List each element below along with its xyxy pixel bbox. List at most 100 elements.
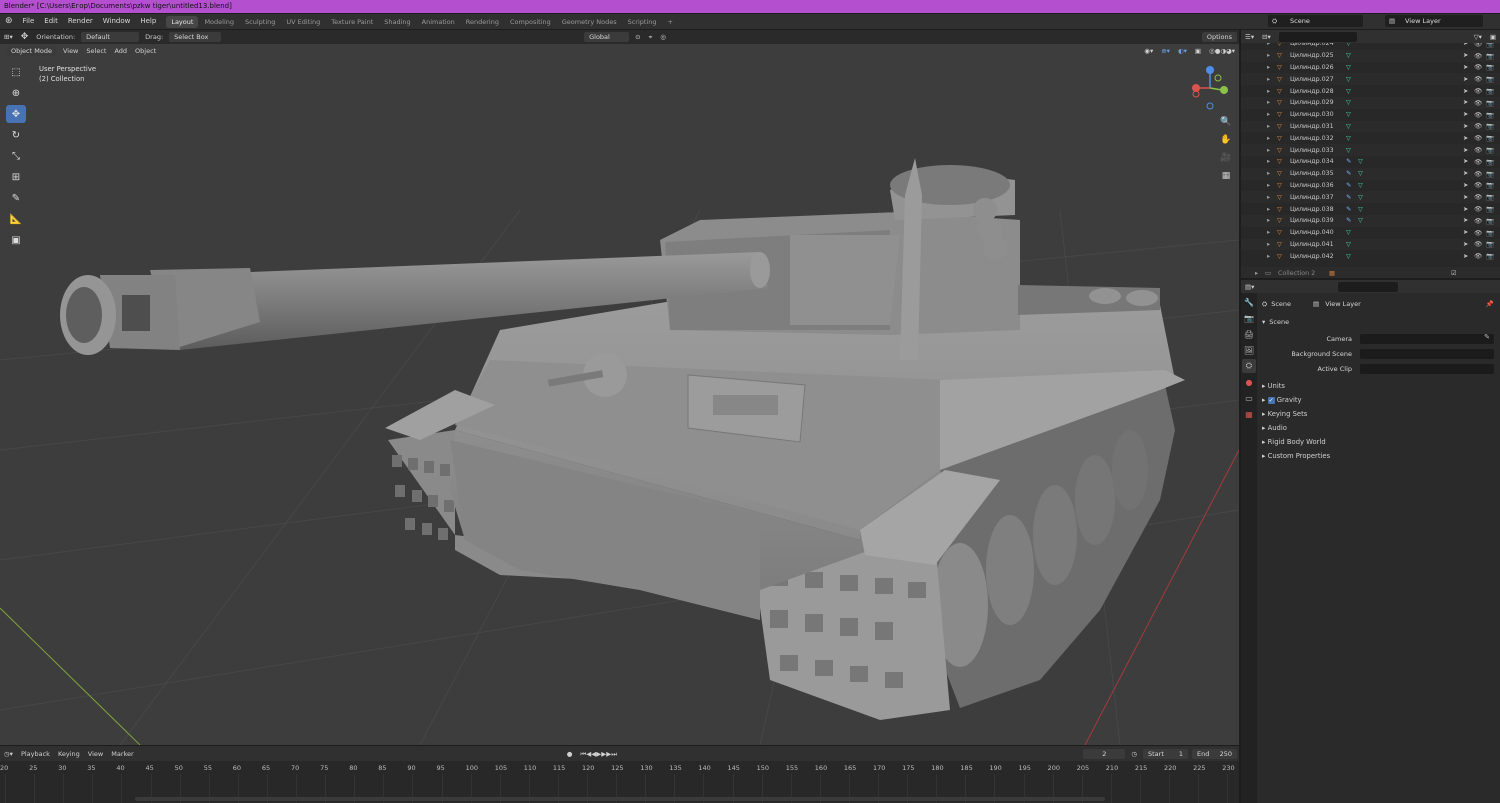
- visibility-eye-icon[interactable]: 👁: [1474, 75, 1482, 83]
- outliner-display-mode-icon[interactable]: ⊟▾: [1258, 31, 1275, 43]
- render-camera-icon[interactable]: 📷: [1486, 193, 1494, 201]
- selectable-arrow-icon[interactable]: ➤: [1463, 170, 1468, 177]
- pin-icon[interactable]: 📌: [1486, 300, 1494, 308]
- visibility-icon[interactable]: ◉▾: [1140, 45, 1157, 57]
- selectable-arrow-icon[interactable]: ➤: [1463, 123, 1468, 130]
- outliner-item-label[interactable]: Цилиндр.042: [1290, 253, 1334, 260]
- audio-panel[interactable]: ▸ Audio: [1262, 424, 1287, 432]
- timeline-scrollbar[interactable]: [135, 797, 1105, 801]
- select-box-tool-icon[interactable]: ⬚: [6, 63, 26, 81]
- view-layer-selector[interactable]: ▤ View Layer: [1385, 15, 1483, 27]
- collection-label[interactable]: Collection 2: [1278, 270, 1315, 277]
- menu-playback[interactable]: Playback: [17, 748, 54, 760]
- visibility-eye-icon[interactable]: 👁: [1474, 146, 1482, 154]
- texture-tab-icon[interactable]: ▦: [1242, 407, 1256, 421]
- scale-tool-icon[interactable]: ⤡: [6, 147, 26, 165]
- move-tool-icon[interactable]: ✥: [6, 105, 26, 123]
- expand-arrow-icon[interactable]: ▸: [1267, 147, 1270, 154]
- render-tab-icon[interactable]: 📷: [1242, 311, 1256, 325]
- selectable-arrow-icon[interactable]: ➤: [1463, 76, 1468, 83]
- menu-edit[interactable]: Edit: [39, 14, 63, 29]
- mesh-data-icon[interactable]: ▽: [1358, 194, 1363, 201]
- expand-arrow-icon[interactable]: ▸: [1267, 64, 1270, 71]
- visibility-eye-icon[interactable]: 👁: [1474, 111, 1482, 119]
- selectable-arrow-icon[interactable]: ➤: [1463, 182, 1468, 189]
- add-cube-tool-icon[interactable]: ▣: [6, 231, 26, 249]
- render-camera-icon[interactable]: 📷: [1486, 205, 1494, 213]
- menu-timeline-view[interactable]: View: [84, 748, 107, 760]
- tab-uv-editing[interactable]: UV Editing: [281, 16, 325, 28]
- end-frame-field[interactable]: End 250: [1192, 748, 1237, 759]
- outliner-item[interactable]: ▸ ▽ Цилиндр.042 ▽ ➤ 👁 📷: [1241, 250, 1500, 262]
- drag-dropdown[interactable]: Select Box: [169, 32, 222, 42]
- mesh-data-icon[interactable]: ▽: [1346, 123, 1351, 130]
- visibility-eye-icon[interactable]: 👁: [1474, 205, 1482, 213]
- render-camera-icon[interactable]: 📷: [1486, 63, 1494, 71]
- outliner-item[interactable]: ▸ ▽ Цилиндр.031 ▽ ➤ 👁 📷: [1241, 120, 1500, 133]
- selectable-arrow-icon[interactable]: ➤: [1463, 147, 1468, 154]
- mesh-data-icon[interactable]: ▽: [1358, 170, 1363, 177]
- expand-arrow-icon[interactable]: ▸: [1267, 111, 1270, 118]
- tool-tab-icon[interactable]: 🔧: [1242, 295, 1256, 309]
- outliner-item-label[interactable]: Цилиндр.041: [1290, 241, 1334, 248]
- expand-arrow-icon[interactable]: ▸: [1267, 206, 1270, 213]
- mesh-data-icon[interactable]: ▽: [1346, 64, 1351, 71]
- visibility-eye-icon[interactable]: 👁: [1474, 181, 1482, 189]
- outliner-item[interactable]: ▸ ▽ Цилиндр.033 ▽ ➤ 👁 📷: [1241, 144, 1500, 156]
- xray-icon[interactable]: ▣: [1191, 45, 1205, 57]
- view-layer-tab-icon[interactable]: 🖼: [1242, 343, 1256, 357]
- outliner-search-input[interactable]: [1278, 31, 1357, 42]
- outliner-item[interactable]: ▸ ▽ Цилиндр.041 ▽ ➤ 👁 📷: [1241, 238, 1500, 251]
- outliner-collection-row[interactable]: ▸ ▭ Collection 2 ▦ ☑: [1241, 267, 1500, 278]
- visibility-eye-icon[interactable]: 👁: [1474, 134, 1482, 142]
- record-icon[interactable]: ●: [563, 748, 577, 760]
- outliner-item-label[interactable]: Цилиндр.036: [1290, 182, 1334, 189]
- outliner-item-label[interactable]: Цилиндр.025: [1290, 52, 1334, 59]
- menu-keying[interactable]: Keying: [54, 748, 84, 760]
- outliner-item[interactable]: ▸ ▽ Цилиндр.027 ▽ ➤ 👁 📷: [1241, 73, 1500, 86]
- scene-tab-icon[interactable]: ⛭: [1242, 359, 1256, 373]
- outliner-item-label[interactable]: Цилиндр.034: [1290, 158, 1334, 165]
- transform-orientation-dropdown[interactable]: Global: [584, 32, 630, 42]
- selectable-arrow-icon[interactable]: ➤: [1463, 43, 1468, 47]
- mesh-data-icon[interactable]: ▽: [1346, 99, 1351, 106]
- properties-search-input[interactable]: [1338, 281, 1399, 292]
- tab-animation[interactable]: Animation: [417, 16, 460, 28]
- tab-shading[interactable]: Shading: [379, 16, 415, 28]
- rigid-body-world-panel[interactable]: ▸ Rigid Body World: [1262, 438, 1326, 446]
- outliner-item-label[interactable]: Цилиндр.035: [1290, 170, 1334, 177]
- render-camera-icon[interactable]: 📷: [1486, 217, 1494, 225]
- mode-dropdown[interactable]: Object Mode: [6, 46, 57, 56]
- mesh-data-icon[interactable]: ▽: [1346, 111, 1351, 118]
- outliner-item[interactable]: ▸ ▽ Цилиндр.026 ▽ ➤ 👁 📷: [1241, 62, 1500, 74]
- expand-arrow-icon[interactable]: ▸: [1267, 229, 1270, 236]
- transform-tool-icon[interactable]: ✥: [17, 31, 33, 43]
- outliner-item-label[interactable]: Цилиндр.032: [1290, 135, 1334, 142]
- mesh-data-icon[interactable]: ▽: [1358, 206, 1363, 213]
- selectable-arrow-icon[interactable]: ➤: [1463, 206, 1468, 213]
- orientation-dropdown[interactable]: Default: [81, 32, 140, 42]
- visibility-eye-icon[interactable]: 👁: [1474, 217, 1482, 225]
- pan-hand-icon[interactable]: ✋: [1218, 132, 1234, 148]
- outliner-item[interactable]: ▸ ▽ Цилиндр.030 ▽ ➤ 👁 📷: [1241, 109, 1500, 121]
- scene-context-label[interactable]: Scene: [1271, 300, 1291, 308]
- menu-render[interactable]: Render: [63, 14, 98, 29]
- menu-file[interactable]: File: [18, 14, 40, 29]
- shading-modes-icon[interactable]: ◎●◑◕▾: [1205, 45, 1239, 57]
- mesh-data-icon[interactable]: ▽: [1346, 135, 1351, 142]
- render-camera-icon[interactable]: 📷: [1486, 229, 1494, 237]
- menu-help[interactable]: Help: [135, 14, 161, 29]
- scene-panel-header[interactable]: ▾ Scene: [1262, 316, 1496, 328]
- selectable-arrow-icon[interactable]: ➤: [1463, 217, 1468, 224]
- expand-arrow-icon[interactable]: ▸: [1267, 170, 1270, 177]
- tab-modeling[interactable]: Modeling: [199, 16, 239, 28]
- outliner-item[interactable]: ▸ ▽ Цилиндр.040 ▽ ➤ 👁 📷: [1241, 227, 1500, 239]
- expand-arrow-icon[interactable]: ▸: [1267, 182, 1270, 189]
- mesh-data-icon[interactable]: ▽: [1346, 147, 1351, 154]
- visibility-eye-icon[interactable]: 👁: [1474, 87, 1482, 95]
- render-camera-icon[interactable]: 📷: [1486, 99, 1494, 107]
- menu-object[interactable]: Object: [131, 45, 160, 57]
- active-clip-field[interactable]: [1360, 364, 1494, 374]
- keying-sets-panel[interactable]: ▸ Keying Sets: [1262, 410, 1307, 418]
- selectable-arrow-icon[interactable]: ➤: [1463, 64, 1468, 71]
